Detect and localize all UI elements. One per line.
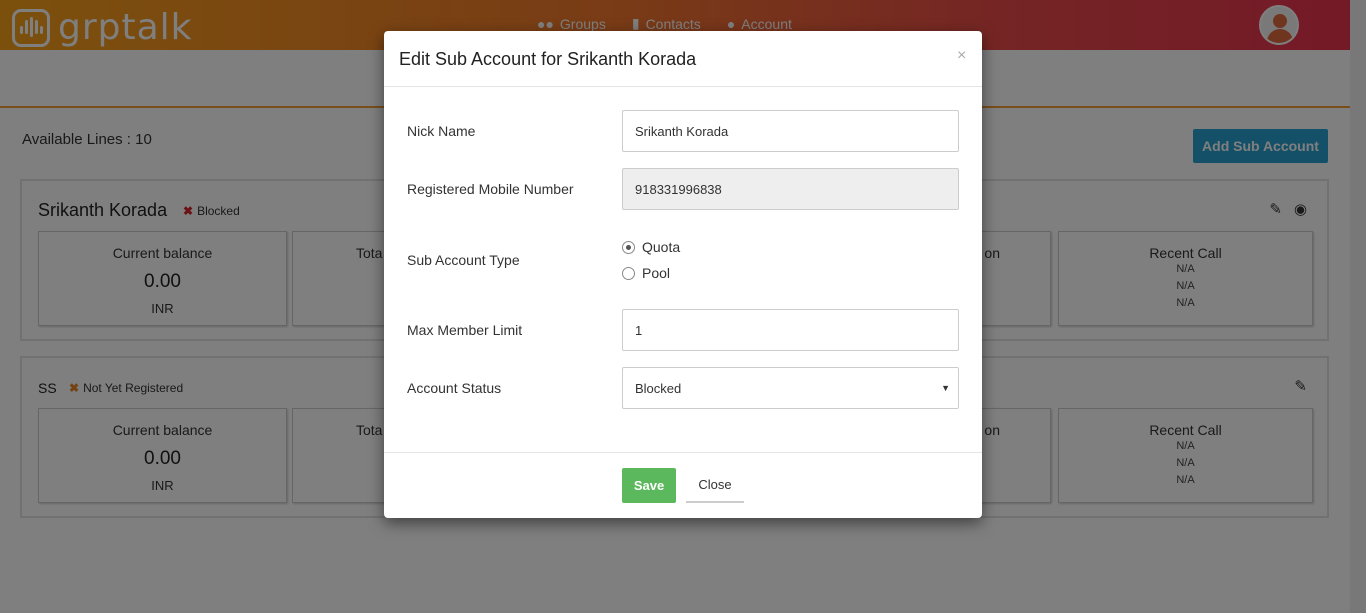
radio-pool-label: Pool [642, 265, 671, 281]
modal-title: Edit Sub Account for Srikanth Korada [399, 49, 697, 69]
mobile-input: 918331996838 [622, 168, 959, 210]
radio-button[interactable] [622, 266, 635, 280]
save-button[interactable]: Save [622, 468, 676, 503]
close-button[interactable]: Close [686, 468, 744, 503]
nick-name-value: Srikanth Korada [635, 123, 729, 139]
max-member-label: Max Member Limit [407, 322, 523, 338]
mobile-label: Registered Mobile Number [407, 181, 574, 197]
radio-quota-label: Quota [642, 239, 681, 255]
close-icon[interactable]: × [957, 47, 966, 65]
account-status-value: Blocked [635, 380, 682, 396]
radio-pool[interactable]: Pool [622, 265, 670, 281]
modal-header: Edit Sub Account for Srikanth Korada × [384, 31, 982, 87]
radio-button[interactable] [622, 240, 635, 254]
max-member-input[interactable]: 1 [622, 309, 959, 351]
edit-sub-account-modal: Edit Sub Account for Srikanth Korada × N… [384, 31, 982, 518]
max-member-value: 1 [635, 322, 643, 338]
mobile-value: 918331996838 [635, 181, 722, 197]
modal-footer-divider [384, 452, 982, 453]
nick-name-label: Nick Name [407, 123, 476, 139]
radio-quota[interactable]: Quota [622, 239, 680, 255]
account-status-select[interactable]: Blocked ▼ [622, 367, 959, 409]
sub-account-type-label: Sub Account Type [407, 252, 520, 268]
account-status-label: Account Status [407, 380, 502, 396]
nick-name-input[interactable]: Srikanth Korada [622, 110, 959, 152]
caret-down-icon: ▼ [941, 383, 950, 393]
